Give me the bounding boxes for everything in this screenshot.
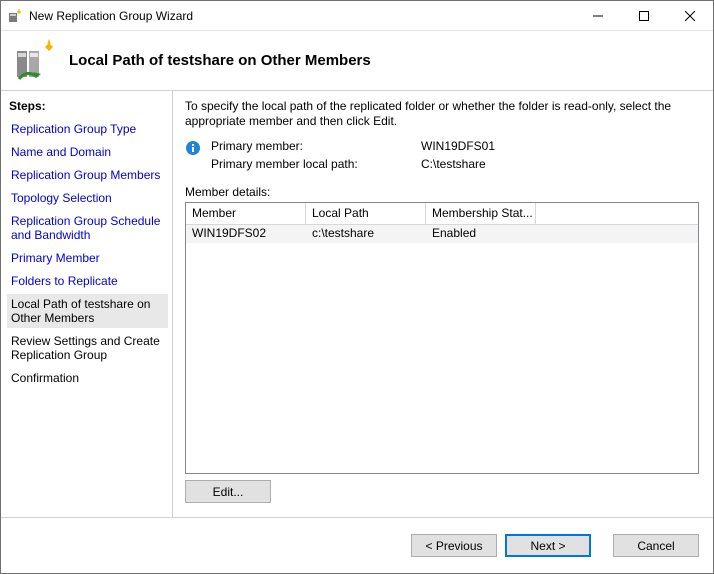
steps-sidebar: Steps: Replication Group Type Name and Do… xyxy=(1,91,173,517)
window-title: New Replication Group Wizard xyxy=(29,9,193,23)
window-maximize-button[interactable] xyxy=(621,1,667,31)
wizard-large-icon xyxy=(13,39,57,83)
primary-member-label: Primary member: xyxy=(211,139,421,153)
step-item[interactable]: Local Path of testshare on Other Members xyxy=(7,294,168,328)
cell-local-path: c:\testshare xyxy=(306,225,426,243)
previous-button[interactable]: < Previous xyxy=(411,534,497,557)
grid-header: Member Local Path Membership Stat... xyxy=(186,203,698,225)
step-item[interactable]: Primary Member xyxy=(7,248,168,268)
step-item[interactable]: Replication Group Type xyxy=(7,119,168,139)
step-item[interactable]: Folders to Replicate xyxy=(7,271,168,291)
primary-member-row: Primary member: WIN19DFS01 xyxy=(211,139,699,153)
primary-member-value: WIN19DFS01 xyxy=(421,139,699,153)
footer: < Previous Next > Cancel xyxy=(1,517,713,573)
edit-button[interactable]: Edit... xyxy=(185,480,271,503)
member-details-label: Member details: xyxy=(185,185,699,199)
col-status[interactable]: Membership Stat... xyxy=(426,203,536,225)
step-item[interactable]: Name and Domain xyxy=(7,142,168,162)
step-item[interactable]: Replication Group Members xyxy=(7,165,168,185)
col-member[interactable]: Member xyxy=(186,203,306,225)
page-title: Local Path of testshare on Other Members xyxy=(69,52,371,69)
header-band: Local Path of testshare on Other Members xyxy=(1,31,713,91)
primary-path-label: Primary member local path: xyxy=(211,157,421,171)
window-minimize-button[interactable] xyxy=(575,1,621,31)
primary-info-block: Primary member: WIN19DFS01 Primary membe… xyxy=(185,139,699,175)
cell-spacer xyxy=(536,225,698,243)
step-item: Review Settings and Create Replication G… xyxy=(7,331,168,365)
col-local-path[interactable]: Local Path xyxy=(306,203,426,225)
info-icon xyxy=(185,140,201,156)
cell-member: WIN19DFS02 xyxy=(186,225,306,243)
step-item[interactable]: Topology Selection xyxy=(7,188,168,208)
col-spacer xyxy=(536,203,698,225)
wizard-window: New Replication Group Wizard Local Pa xyxy=(0,0,714,574)
step-item: Confirmation xyxy=(7,368,168,388)
main-panel: To specify the local path of the replica… xyxy=(173,91,713,517)
titlebar: New Replication Group Wizard xyxy=(1,1,713,31)
member-details-grid[interactable]: Member Local Path Membership Stat... WIN… xyxy=(185,202,699,474)
cancel-button[interactable]: Cancel xyxy=(613,534,699,557)
steps-header: Steps: xyxy=(9,99,166,113)
cell-status: Enabled xyxy=(426,225,536,243)
next-button[interactable]: Next > xyxy=(505,534,591,557)
window-close-button[interactable] xyxy=(667,1,713,31)
table-row[interactable]: WIN19DFS02c:\testshareEnabled xyxy=(186,225,698,243)
step-item[interactable]: Replication Group Schedule and Bandwidth xyxy=(7,211,168,245)
body: Steps: Replication Group Type Name and Do… xyxy=(1,91,713,517)
instruction-text: To specify the local path of the replica… xyxy=(185,99,699,129)
primary-path-value: C:\testshare xyxy=(421,157,699,171)
wizard-app-icon xyxy=(7,8,23,24)
primary-path-row: Primary member local path: C:\testshare xyxy=(211,157,699,171)
